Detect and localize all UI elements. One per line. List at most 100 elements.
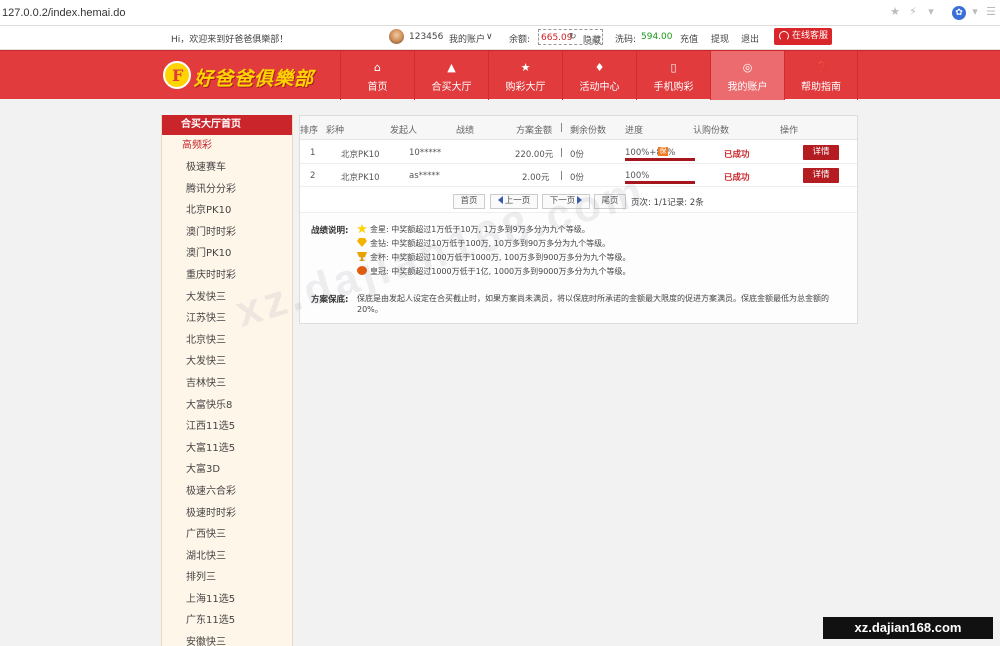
sidebar-item-game[interactable]: 吉林快三	[162, 373, 292, 395]
home-icon: ⌂	[374, 61, 381, 74]
refresh-icon[interactable]: ↻	[569, 32, 577, 42]
row-separator: |	[560, 148, 563, 158]
row-rank: 1	[310, 148, 316, 158]
hide-balance-link[interactable]: 隐藏	[583, 33, 601, 46]
nav-label: 帮助指南	[801, 82, 841, 93]
headset-icon	[779, 31, 789, 41]
column-separator: |	[560, 123, 564, 133]
nav-item-my-account[interactable]: ◎ 我的账户	[710, 51, 784, 100]
sidebar-item-game[interactable]: 广西快三	[162, 524, 292, 546]
avatar[interactable]	[389, 29, 404, 44]
nav-item-events[interactable]: ♦ 活动中心	[562, 51, 636, 100]
record-label: 战绩说明:	[311, 226, 349, 236]
sidebar-item-game[interactable]: 大富快乐8	[162, 395, 292, 417]
row-status: 已成功	[724, 173, 750, 183]
diamond-icon	[357, 238, 367, 247]
nav-item-help[interactable]: ❓ 帮助指南	[784, 51, 858, 100]
star-icon: ★	[520, 61, 531, 74]
chevron-down-icon[interactable]: ▾	[924, 5, 938, 19]
sidebar-item-game[interactable]: 湖北快三	[162, 546, 292, 568]
sidebar-item-game[interactable]: 澳门PK10	[162, 243, 292, 265]
warning-icon: ▲	[447, 61, 456, 74]
phone-icon: ▯	[670, 61, 677, 74]
row-amount: 2.00元	[522, 173, 550, 183]
logout-link[interactable]: 退出	[741, 32, 759, 45]
sidebar-item-game[interactable]: 大富3D	[162, 459, 292, 481]
first-page-label: 首页	[460, 196, 478, 206]
row-separator: |	[560, 171, 563, 181]
logo-mark-icon: F	[163, 61, 191, 89]
column-header: 发起人	[390, 126, 418, 136]
nav-label: 合买大厅	[431, 82, 472, 93]
sidebar-item-game[interactable]: 排列三	[162, 567, 292, 589]
top-info-bar: Hi，欢迎来到好爸爸俱樂部！ 123456 我的账户 ∨ 余额: 665.09 …	[0, 26, 1000, 50]
sidebar-item-game[interactable]: 腾讯分分彩	[162, 179, 292, 201]
lightning-icon[interactable]: ⚡	[906, 5, 920, 19]
nav-item-group-buy[interactable]: ▲ 合买大厅	[414, 51, 488, 100]
row-initiator: as*****	[409, 171, 440, 181]
column-header: 排序	[300, 126, 319, 136]
nav-item-mobile[interactable]: ▯ 手机购彩	[636, 51, 710, 100]
nav-item-lottery-hall[interactable]: ★ 购彩大厅	[488, 51, 562, 100]
sidebar-item-game[interactable]: 北京快三	[162, 330, 292, 352]
first-page-button[interactable]: 首页	[453, 194, 485, 209]
balance-label: 余额:	[509, 35, 531, 45]
sidebar-item-game[interactable]: 极速赛车	[162, 157, 292, 179]
row-rank: 2	[310, 171, 316, 181]
recharge-link[interactable]: 充值	[680, 32, 698, 45]
sidebar-item-game[interactable]: 江西11选5	[162, 416, 292, 438]
user-icon: ◎	[742, 61, 753, 74]
sidebar-category[interactable]: 高频彩	[162, 135, 292, 157]
row-game: 北京PK10	[341, 173, 380, 183]
flow-value: 594.00	[641, 32, 673, 42]
sidebar-item-game[interactable]: 北京PK10	[162, 200, 292, 222]
star-icon	[357, 224, 367, 233]
nav-item-home[interactable]: ⌂ 首页	[340, 51, 414, 100]
row-remaining: 0份	[570, 150, 584, 160]
sidebar-item-game[interactable]: 大富11选5	[162, 438, 292, 460]
row-amount: 220.00元	[515, 150, 554, 160]
my-account-menu[interactable]: 我的账户	[449, 32, 485, 45]
logo-text: 好爸爸俱樂部	[194, 68, 315, 90]
sidebar-item-game[interactable]: 大发快三	[162, 351, 292, 373]
flow-label: 洗码:	[615, 35, 637, 45]
star-icon[interactable]: ★	[888, 5, 902, 19]
nav-label: 活动中心	[579, 82, 620, 93]
guarantee-text: 保底是由发起人设定在合买截止时，如果方案尚未满员，将以保底时所承诺的金额最大限度…	[357, 294, 829, 314]
table-row: 1 北京PK10 10***** 220.00元 | 0份 100%+86% 保…	[300, 141, 857, 164]
detail-button[interactable]: 详情	[803, 145, 839, 160]
sidebar-item-game[interactable]: 上海11选5	[162, 589, 292, 611]
chevron-down-icon[interactable]: ▾	[968, 5, 982, 19]
url-text[interactable]: 127.0.0.2/index.hemai.do	[2, 7, 126, 19]
withdraw-link[interactable]: 提现	[711, 32, 729, 45]
nav-label: 首页	[367, 82, 388, 93]
chevron-down-icon[interactable]: ∨	[486, 32, 493, 42]
nav-label: 手机购彩	[653, 82, 694, 93]
watermark-label: xz.dajian168.com	[823, 617, 993, 639]
site-header: F 好爸爸俱樂部 ⌂ 首页 ▲ 合买大厅 ★ 购彩大厅 ♦ 活动中心 ▯ 手机购…	[0, 50, 1000, 100]
column-header: 认购份数	[693, 126, 730, 136]
guarantee-badge: 保	[658, 147, 668, 156]
username: 123456	[409, 32, 444, 42]
sidebar-item-game[interactable]: 澳门时时彩	[162, 222, 292, 244]
column-header: 操作	[780, 126, 799, 136]
paw-icon[interactable]: ✿	[952, 6, 966, 20]
sidebar-item-game[interactable]: 广东11选5	[162, 610, 292, 632]
sidebar-head[interactable]: 合买大厅首页	[162, 115, 292, 135]
detail-button[interactable]: 详情	[803, 168, 839, 183]
sidebar-item-game[interactable]: 极速时时彩	[162, 503, 292, 525]
sidebar-item-game[interactable]: 安徽快三	[162, 632, 292, 646]
online-service-button[interactable]: 在线客服	[774, 28, 832, 45]
row-initiator: 10*****	[409, 148, 442, 158]
row-game: 北京PK10	[341, 150, 380, 160]
game-list: 极速赛车 腾讯分分彩 北京PK10 澳门时时彩 澳门PK10 重庆时时彩 大发快三 江苏快三北…	[162, 157, 292, 646]
address-bar[interactable]: 127.0.0.2/index.hemai.do ★ ⚡ ▾ ✿ ▾ ☰	[0, 0, 1000, 26]
nav-label: 购彩大厅	[505, 82, 546, 93]
row-status: 已成功	[724, 150, 750, 160]
balance-box: 665.09 ↻ 隐藏	[538, 29, 603, 46]
column-header: 方案金额	[516, 126, 553, 136]
balance-value: 665.09	[541, 33, 573, 43]
menu-icon[interactable]: ☰	[984, 5, 998, 19]
sidebar: 合买大厅首页 高频彩 极速赛车 腾讯分分彩 北京PK10 澳门时时彩 澳门PK10 重庆时…	[161, 115, 293, 646]
sidebar-item-game[interactable]: 极速六合彩	[162, 481, 292, 503]
